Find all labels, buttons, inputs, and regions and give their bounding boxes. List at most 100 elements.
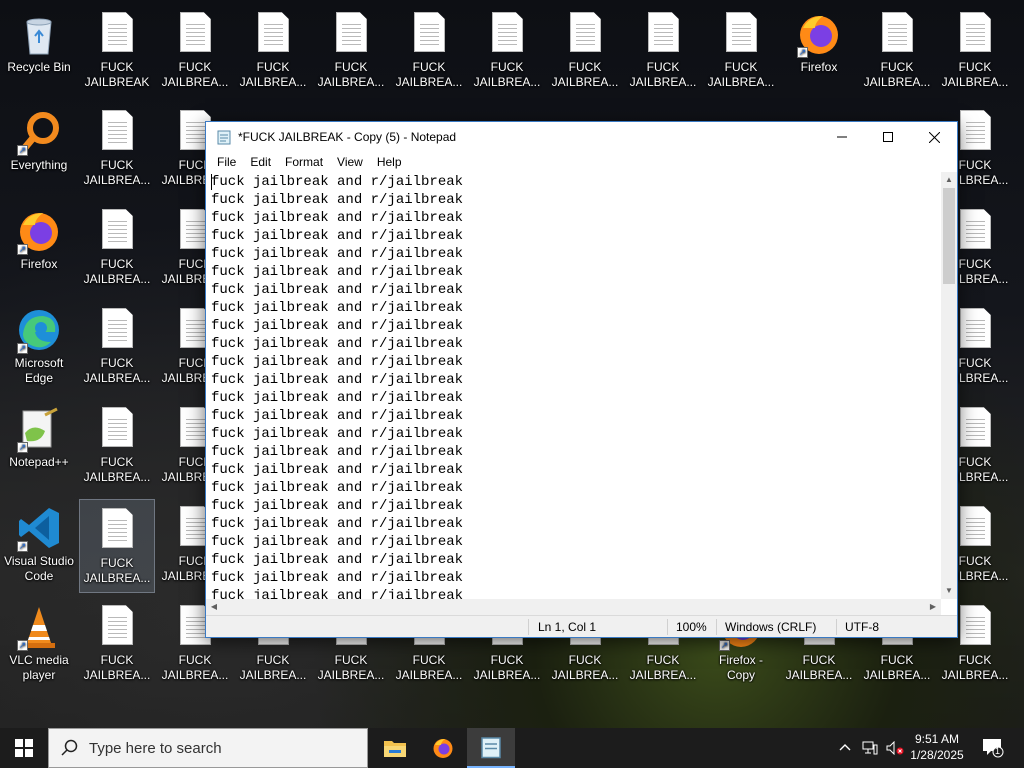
- desktop-icon-label: Notepad++: [9, 455, 69, 469]
- taskbar-file-explorer[interactable]: [371, 728, 419, 768]
- shortcut-arrow-icon: ↗: [17, 541, 28, 552]
- desktop-icon-label: VLC media player: [9, 653, 69, 682]
- desktop-icon-label: Everything: [10, 158, 68, 172]
- everything-desktop-icon[interactable]: ↗ Everything: [2, 102, 76, 194]
- file-desktop-icon[interactable]: FUCK JAILBREA...: [80, 102, 154, 194]
- file-desktop-icon[interactable]: FUCK JAILBREA...: [80, 201, 154, 293]
- close-button[interactable]: [911, 122, 957, 152]
- text-line: fuck jailbreak and r/jailbreak: [211, 318, 464, 334]
- network-icon[interactable]: [862, 741, 878, 755]
- firefox-desktop-icon[interactable]: ↗ Firefox: [2, 201, 76, 293]
- desktop-icon-label: Microsoft Edge: [14, 356, 64, 385]
- menu-help[interactable]: Help: [370, 155, 409, 169]
- file-desktop-icon[interactable]: FUCK JAILBREA...: [470, 4, 544, 96]
- line-ending: Windows (CRLF): [725, 620, 817, 634]
- file-desktop-icon[interactable]: FUCK JAILBREA...: [704, 4, 778, 96]
- menu-bar: File Edit Format View Help: [206, 152, 957, 172]
- menu-format[interactable]: Format: [278, 155, 330, 169]
- notification-count: 1: [995, 746, 1001, 756]
- start-button[interactable]: [0, 728, 48, 768]
- file-desktop-icon[interactable]: FUCK JAILBREA...: [158, 4, 232, 96]
- recycle-bin-desktop-icon[interactable]: Recycle Bin: [2, 4, 76, 96]
- file-desktop-icon[interactable]: FUCK JAILBREA...: [392, 4, 466, 96]
- desktop-icon-label: FUCK JAILBREA...: [629, 60, 697, 89]
- shortcut-arrow-icon: ↗: [17, 145, 28, 156]
- file-desktop-icon[interactable]: FUCK JAILBREA...: [626, 4, 700, 96]
- notepad-window[interactable]: *FUCK JAILBREAK - Copy (5) - Notepad Fil…: [205, 121, 958, 638]
- shortcut-arrow-icon: ↗: [17, 343, 28, 354]
- shortcut-arrow-icon: ↗: [17, 244, 28, 255]
- text-line: fuck jailbreak and r/jailbreak: [211, 210, 464, 226]
- chevron-up-icon[interactable]: [838, 741, 852, 755]
- notepad-icon: [217, 130, 231, 145]
- text-file-icon: [960, 209, 991, 249]
- edge-desktop-icon[interactable]: ↗ Microsoft Edge: [2, 300, 76, 392]
- maximize-icon: [883, 132, 893, 142]
- text-line: fuck jailbreak and r/jailbreak: [211, 336, 464, 352]
- taskbar-clock[interactable]: 9:51 AM 1/28/2025: [902, 731, 972, 763]
- text-file-icon: [336, 12, 367, 52]
- scroll-left-icon[interactable]: ◀: [206, 599, 222, 615]
- taskbar-firefox[interactable]: [419, 728, 467, 768]
- desktop-icon-label: FUCK JAILBREA...: [473, 653, 541, 682]
- file-desktop-icon[interactable]: FUCK JAILBREA...: [236, 4, 310, 96]
- file-desktop-icon[interactable]: FUCK JAILBREA...: [938, 4, 1012, 96]
- menu-view[interactable]: View: [330, 155, 370, 169]
- file-desktop-icon[interactable]: FUCK JAILBREAK: [80, 4, 154, 96]
- notepadpp-desktop-icon[interactable]: ↗ Notepad++: [2, 399, 76, 491]
- text-editor[interactable]: fuck jailbreak and r/jailbreak fuck jail…: [206, 172, 941, 599]
- horizontal-scrollbar[interactable]: ◀ ▶: [206, 599, 941, 615]
- desktop-icon-label: FUCK JAILBREA...: [317, 60, 385, 89]
- text-line: fuck jailbreak and r/jailbreak: [211, 408, 464, 424]
- menu-edit[interactable]: Edit: [243, 155, 278, 169]
- scroll-down-icon[interactable]: ▼: [941, 583, 957, 599]
- close-icon: [928, 131, 940, 143]
- text-line: fuck jailbreak and r/jailbreak: [211, 354, 464, 370]
- notification-icon: [983, 739, 1004, 758]
- scroll-thumb[interactable]: [943, 188, 955, 284]
- desktop-icon-label: FUCK JAILBREA...: [83, 356, 151, 385]
- text-file-icon: [960, 605, 991, 645]
- text-caret: [211, 174, 212, 190]
- vertical-scrollbar[interactable]: ▲ ▼: [941, 172, 957, 599]
- taskbar-notepad[interactable]: [467, 728, 515, 768]
- shortcut-arrow-icon: ↗: [719, 640, 730, 651]
- file-desktop-icon[interactable]: FUCK JAILBREA...: [314, 4, 388, 96]
- minimize-button[interactable]: [819, 122, 865, 152]
- file-desktop-icon[interactable]: FUCK JAILBREA...: [80, 300, 154, 392]
- file-desktop-icon-selected[interactable]: FUCK JAILBREA...: [79, 499, 155, 593]
- desktop-icon-label: FUCK JAILBREA...: [83, 257, 151, 286]
- notification-center-button[interactable]: 1: [982, 738, 1004, 763]
- status-bar: Ln 1, Col 1 100% Windows (CRLF) UTF-8: [206, 615, 957, 637]
- minimize-icon: [837, 136, 847, 138]
- maximize-button[interactable]: [865, 122, 911, 152]
- file-desktop-icon[interactable]: FUCK JAILBREA...: [80, 597, 154, 689]
- desktop-icon-label: FUCK JAILBREA...: [473, 60, 541, 89]
- desktop-icon-label: FUCK JAILBREA...: [395, 60, 463, 89]
- desktop-icon-label: FUCK JAILBREA...: [863, 60, 931, 89]
- text-file-icon: [882, 12, 913, 52]
- menu-file[interactable]: File: [210, 155, 243, 169]
- text-line: fuck jailbreak and r/jailbreak: [211, 300, 464, 316]
- text-file-icon: [960, 407, 991, 447]
- vlc-desktop-icon[interactable]: ↗ VLC media player: [2, 597, 76, 689]
- file-desktop-icon[interactable]: FUCK JAILBREA...: [80, 399, 154, 491]
- text-line: fuck jailbreak and r/jailbreak: [211, 534, 464, 550]
- status-divider: [836, 619, 837, 635]
- title-bar[interactable]: *FUCK JAILBREAK - Copy (5) - Notepad: [206, 122, 957, 152]
- firefox-desktop-icon[interactable]: ↗ Firefox: [782, 4, 856, 96]
- file-desktop-icon[interactable]: FUCK JAILBREA...: [548, 4, 622, 96]
- text-line: fuck jailbreak and r/jailbreak: [211, 390, 464, 406]
- file-desktop-icon[interactable]: FUCK JAILBREA...: [860, 4, 934, 96]
- desktop-icon-label: FUCK JAILBREA...: [317, 653, 385, 682]
- taskbar-search-box[interactable]: Type here to search: [48, 728, 368, 768]
- text-file-icon: [960, 110, 991, 150]
- windows-icon: [15, 739, 33, 757]
- vscode-desktop-icon[interactable]: ↗ Visual Studio Code: [2, 498, 76, 590]
- scroll-up-icon[interactable]: ▲: [941, 172, 957, 188]
- cursor-position: Ln 1, Col 1: [538, 620, 597, 634]
- text-line: fuck jailbreak and r/jailbreak: [211, 498, 464, 514]
- desktop-icon-label: FUCK JAILBREA...: [83, 653, 151, 682]
- text-line: fuck jailbreak and r/jailbreak: [211, 462, 464, 478]
- scroll-right-icon[interactable]: ▶: [925, 599, 941, 615]
